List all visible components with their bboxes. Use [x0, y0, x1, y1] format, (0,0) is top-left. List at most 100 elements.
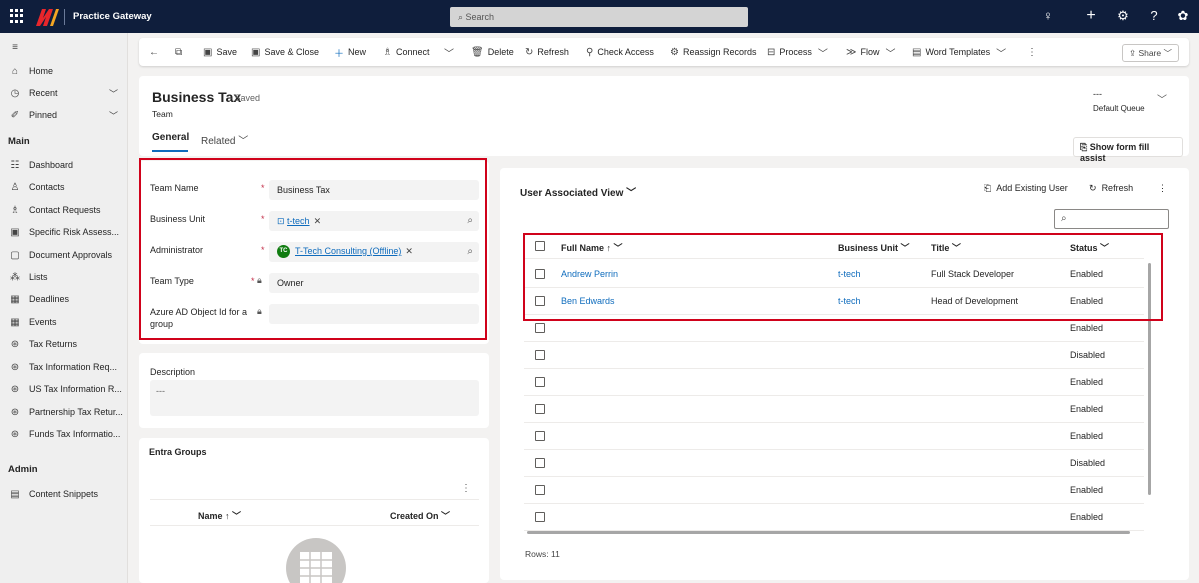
nav-item-document-approvals[interactable]: ▢ Document Approvals	[0, 245, 128, 265]
search-icon[interactable]: ⌕	[467, 246, 473, 257]
select-all-checkbox[interactable]	[535, 241, 545, 251]
row-checkbox[interactable]	[535, 512, 545, 522]
row-business-unit[interactable]: t-tech	[838, 269, 861, 279]
row-full-name[interactable]: Ben Edwards	[561, 296, 615, 306]
tax-icon: ⊛	[10, 383, 20, 395]
vertical-scrollbar[interactable]	[1148, 263, 1151, 495]
tab-general[interactable]: General	[152, 132, 189, 143]
row-checkbox[interactable]	[535, 404, 545, 414]
nav-item-tax-info-req[interactable]: ⊛ Tax Information Req...	[0, 357, 128, 377]
description-label: Description	[150, 367, 196, 377]
more-vertical-icon[interactable]: ⋮	[1158, 183, 1167, 194]
help-icon[interactable]: ?	[1146, 8, 1162, 24]
share-button[interactable]: ⇪ Share ﹀	[1121, 44, 1179, 62]
form-fill-assist-button[interactable]: ⎘ Show form fill assist	[1073, 137, 1183, 163]
gear-icon[interactable]: ⚙	[1115, 8, 1131, 24]
row-checkbox[interactable]	[535, 296, 545, 306]
nav-collapse-button[interactable]: ≡	[0, 37, 128, 57]
team-name-input[interactable]: Business Tax	[269, 180, 479, 200]
row-checkbox[interactable]	[535, 458, 545, 468]
nav-item-events[interactable]: ▦ Events	[0, 312, 128, 332]
row-checkbox[interactable]	[535, 377, 545, 387]
nav-home[interactable]: ⌂ Home	[0, 61, 128, 81]
column-status[interactable]: Status ﹀	[1070, 241, 1109, 254]
refresh-button[interactable]: ↻ Refresh	[525, 38, 569, 66]
waffle-icon[interactable]	[10, 9, 24, 23]
copilot-icon[interactable]: ✿	[1175, 8, 1191, 24]
back-button[interactable]: ←	[149, 38, 163, 66]
table-row[interactable]: Disabled	[500, 450, 1160, 477]
more-commands-button[interactable]: ⋮	[1027, 38, 1041, 66]
nav-item-tax-returns[interactable]: ⊛ Tax Returns	[0, 334, 128, 354]
table-row[interactable]: Disabled	[500, 342, 1160, 369]
business-unit-link[interactable]: t-tech	[287, 216, 310, 226]
delete-button[interactable]: 🗑 Delete	[471, 38, 514, 66]
header-expand-icon[interactable]: ﹀	[1157, 91, 1167, 106]
remove-icon[interactable]: ✕	[405, 246, 413, 256]
grid-search-input[interactable]: ⌕	[1054, 209, 1169, 229]
column-title[interactable]: Title ﹀	[931, 241, 961, 254]
table-row[interactable]: Ben Edwards t-tech Head of Development Enab…	[500, 288, 1160, 315]
nav-item-contacts[interactable]: ♙ Contacts	[0, 177, 128, 197]
entra-col-name[interactable]: Name ↑ ﹀	[198, 509, 241, 522]
column-full-name[interactable]: Full Name ↑ ﹀	[561, 241, 623, 254]
table-row[interactable]: Enabled	[500, 369, 1160, 396]
row-checkbox[interactable]	[535, 323, 545, 333]
business-unit-lookup[interactable]: ⊡ t-tech ✕ ⌕	[269, 211, 479, 231]
entra-col-created[interactable]: Created On ﹀	[390, 509, 450, 522]
global-search-input[interactable]: ⌕ Search	[450, 7, 748, 27]
plus-icon[interactable]: +	[1083, 8, 1099, 24]
row-checkbox[interactable]	[535, 431, 545, 441]
administrator-link[interactable]: T-Tech Consulting (Offline)	[295, 246, 401, 256]
word-templates-button[interactable]: ▤ Word Templates ﹀	[912, 38, 1010, 66]
connect-button[interactable]: ♗ Connect	[383, 38, 430, 66]
grid-refresh-button[interactable]: ↻ Refresh	[1089, 183, 1133, 194]
row-business-unit[interactable]: t-tech	[838, 296, 861, 306]
open-new-window-button[interactable]: ⧉	[175, 38, 186, 66]
check-access-button[interactable]: ⚲ Check Access	[586, 38, 654, 66]
column-business-unit[interactable]: Business Unit ﹀	[838, 241, 910, 254]
search-icon[interactable]: ⌕	[467, 215, 473, 226]
more-vertical-icon[interactable]: ⋮	[461, 483, 471, 494]
description-input[interactable]: ---	[150, 380, 479, 416]
tab-related[interactable]: Related ﹀	[201, 132, 248, 147]
app-title[interactable]: Practice Gateway	[73, 11, 152, 22]
view-selector[interactable]: User Associated View ﹀	[520, 184, 636, 199]
save-button[interactable]: ▣ Save	[203, 38, 237, 66]
table-row[interactable]: Andrew Perrin t-tech Full Stack Developer E…	[500, 261, 1160, 288]
administrator-lookup[interactable]: TC T-Tech Consulting (Offline) ✕ ⌕	[269, 242, 479, 262]
save-close-button[interactable]: ▣ Save & Close	[251, 38, 319, 66]
nav-item-lists[interactable]: ⁂ Lists	[0, 267, 128, 287]
row-checkbox[interactable]	[535, 269, 545, 279]
table-row[interactable]: Enabled	[500, 423, 1160, 450]
nav-item-partnership-tax[interactable]: ⊛ Partnership Tax Retur...	[0, 402, 128, 422]
add-existing-user-button[interactable]: ⎗ Add Existing User	[984, 183, 1068, 194]
flow-button[interactable]: ≫ Flow ﹀	[846, 38, 899, 66]
description-section: Description ---	[139, 353, 489, 428]
new-button[interactable]: ＋ New	[334, 38, 366, 66]
nav-item-funds-tax[interactable]: ⊛ Funds Tax Informatio...	[0, 424, 128, 444]
connect-dropdown[interactable]: ﹀	[444, 38, 458, 66]
nav-item-deadlines[interactable]: ▦ Deadlines	[0, 289, 128, 309]
table-row[interactable]: Enabled	[500, 477, 1160, 504]
remove-icon[interactable]: ✕	[314, 216, 322, 226]
row-checkbox[interactable]	[535, 485, 545, 495]
reassign-records-button[interactable]: ⚙ Reassign Records	[670, 38, 757, 66]
table-row[interactable]: Enabled	[500, 396, 1160, 423]
process-button[interactable]: ⊟ Process ﹀	[767, 38, 832, 66]
row-checkbox[interactable]	[535, 350, 545, 360]
nav-item-dashboard[interactable]: ☷ Dashboard	[0, 155, 128, 175]
table-row[interactable]: Enabled	[500, 504, 1160, 531]
nav-item-contact-requests[interactable]: ♗ Contact Requests	[0, 200, 128, 220]
row-full-name[interactable]: Andrew Perrin	[561, 269, 618, 279]
nav-item-specific-risk[interactable]: ▣ Specific Risk Assess...	[0, 222, 128, 242]
lightbulb-icon[interactable]: ♀	[1040, 8, 1056, 24]
nav-item-content-snippets[interactable]: ▤ Content Snippets	[0, 484, 128, 504]
table-row[interactable]: Enabled	[500, 315, 1160, 342]
horizontal-scrollbar[interactable]	[527, 531, 1130, 534]
chevron-down-icon: ﹀	[1100, 243, 1110, 253]
nav-recent[interactable]: ◷ Recent ﹀	[0, 83, 128, 103]
nav-pinned[interactable]: ✐ Pinned ﹀	[0, 105, 128, 125]
chevron-down-icon: ﹀	[108, 110, 118, 121]
nav-item-us-tax-info[interactable]: ⊛ US Tax Information R...	[0, 379, 128, 399]
